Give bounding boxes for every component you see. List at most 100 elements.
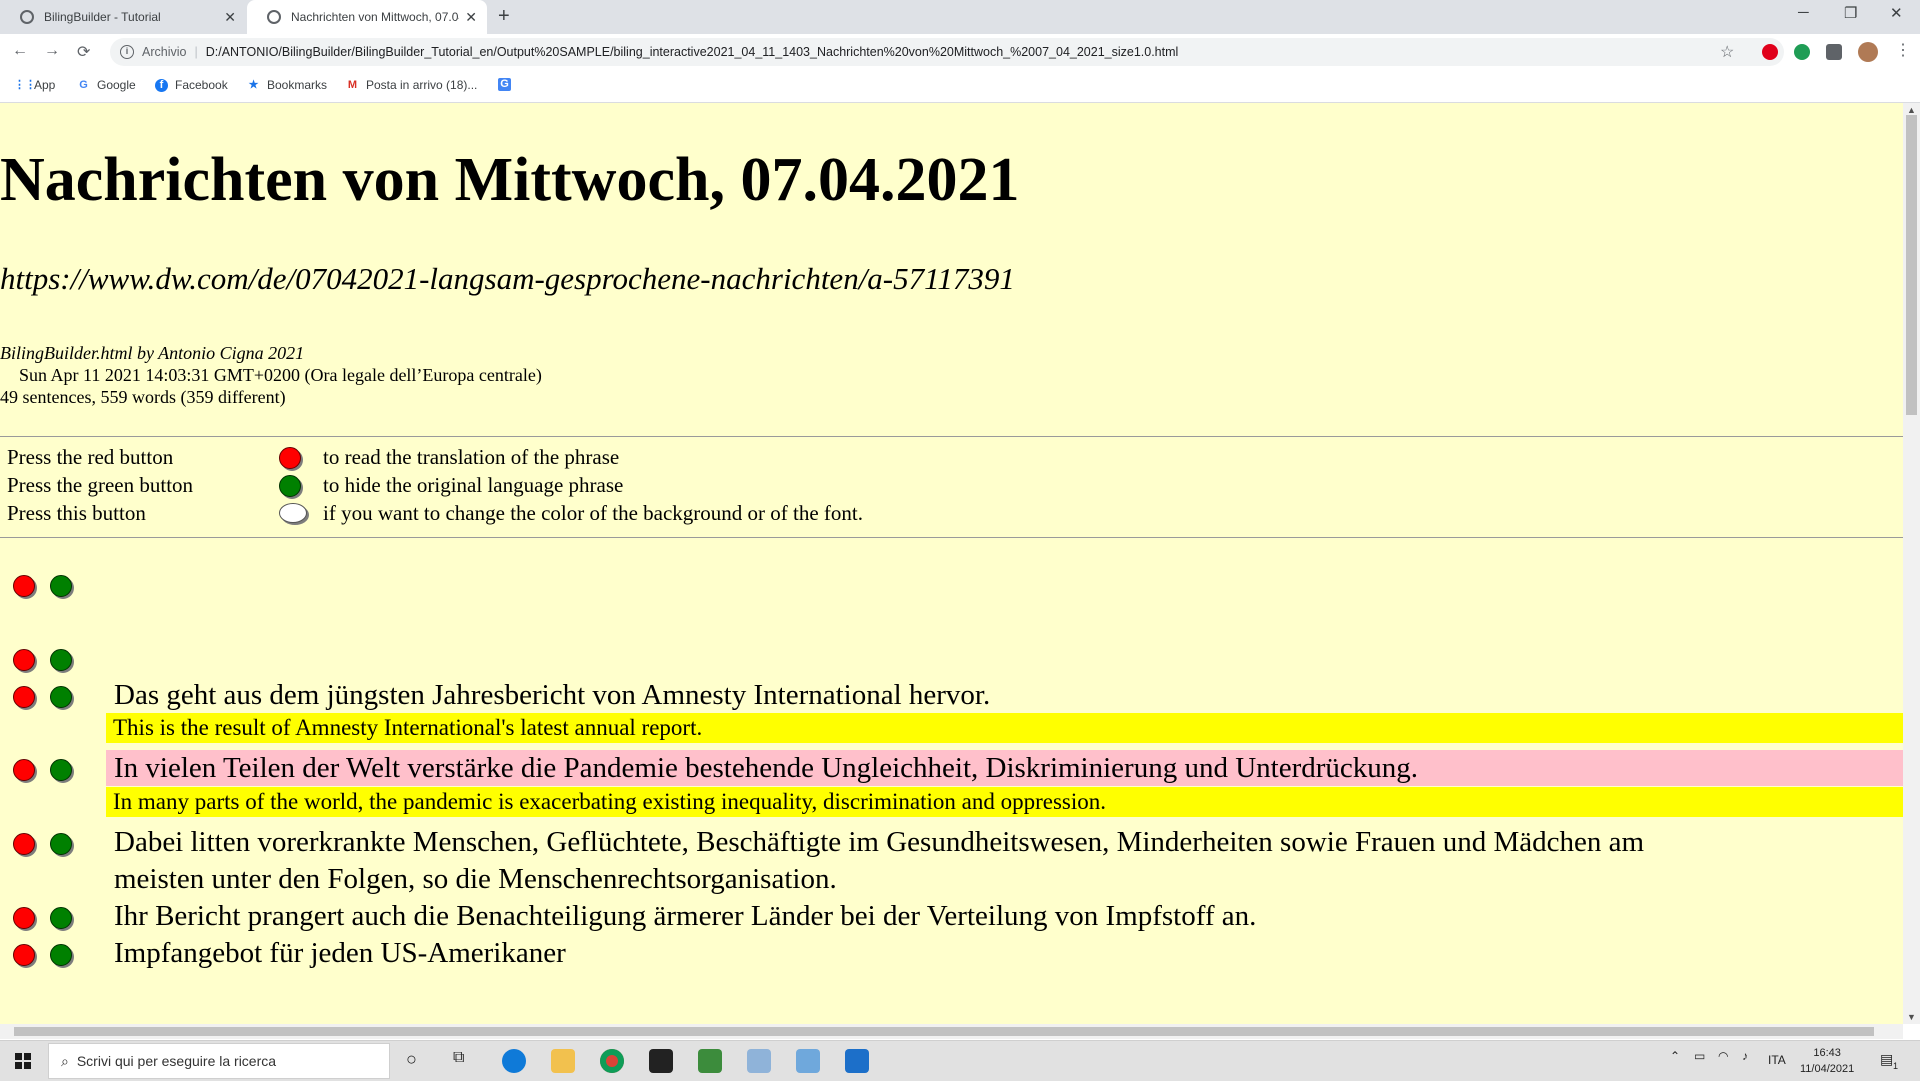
hide-original-button[interactable]	[50, 907, 72, 929]
sentence-buttons	[13, 759, 83, 783]
credit-line: BilingBuilder.html by Antonio Cigna 2021	[0, 343, 305, 363]
input-language[interactable]: ITA	[1768, 1053, 1786, 1067]
original-sentence: Dabei litten vorerkrankte Menschen, Gefl…	[114, 826, 1645, 858]
sentence-buttons	[13, 944, 83, 968]
generation-date: Sun Apr 11 2021 14:03:31 GMT+0200 (Ora l…	[19, 365, 542, 385]
address-bar[interactable]: i Archivio | D:/ANTONIO/BilingBuilder/Bi…	[110, 38, 1784, 66]
opera-extension-icon[interactable]	[1762, 44, 1778, 60]
show-translation-button[interactable]	[13, 944, 35, 966]
gmail-icon: M	[347, 78, 358, 91]
bookmark-label: App	[34, 78, 56, 92]
hide-original-button[interactable]	[50, 575, 72, 597]
bookmark-translate[interactable]: G	[498, 78, 518, 91]
hide-original-button[interactable]	[50, 833, 72, 855]
stats-line: 49 sentences, 559 words (359 different)	[0, 387, 286, 407]
edge-icon[interactable]	[502, 1049, 526, 1073]
notification-count: 1	[1893, 1061, 1899, 1071]
clock[interactable]: 16:43 11/04/2021	[1800, 1045, 1854, 1077]
show-translation-button[interactable]	[13, 833, 35, 855]
windows-start-icon[interactable]	[15, 1053, 31, 1069]
original-sentence: Impfangebot für jeden US-Amerikaner	[114, 937, 566, 969]
original-sentence: Ihr Bericht prangert auch die Benachteil…	[114, 900, 1257, 932]
scroll-thumb[interactable]	[1906, 115, 1917, 415]
color-toggle-button[interactable]	[279, 503, 307, 523]
task-view-icon[interactable]: ⧉	[453, 1049, 464, 1067]
photos-icon[interactable]	[845, 1049, 869, 1073]
show-translation-button[interactable]	[13, 686, 35, 708]
original-sentence: Das geht aus dem jüngsten Jahresbericht …	[114, 679, 991, 711]
sentence-buttons	[13, 575, 83, 599]
forward-button[interactable]: →	[44, 42, 60, 60]
bookmark-facebook[interactable]: f Facebook	[155, 78, 228, 92]
scroll-down-icon[interactable]: ▼	[1907, 1012, 1916, 1022]
hide-original-button[interactable]	[50, 649, 72, 671]
green-button-icon[interactable]	[279, 475, 301, 497]
show-translation-button[interactable]	[13, 759, 35, 781]
taskbar-search[interactable]: ⌕ Scrivi qui per eseguire la ricerca	[48, 1043, 390, 1079]
show-translation-button[interactable]	[13, 907, 35, 929]
extensions-puzzle-icon[interactable]	[1826, 44, 1842, 60]
page-content: Nachrichten von Mittwoch, 07.04.2021 htt…	[0, 103, 1903, 1024]
close-window-button[interactable]: ✕	[1890, 4, 1903, 22]
legend-label: Press the red button	[7, 445, 174, 469]
profile-avatar[interactable]	[1858, 42, 1878, 62]
app-icon[interactable]	[796, 1049, 820, 1073]
chevron-up-icon[interactable]: ⌃	[1670, 1049, 1680, 1063]
show-translation-button[interactable]	[13, 649, 35, 671]
bookmark-google[interactable]: G Google	[77, 78, 136, 92]
tab-strip: BilingBuilder - Tutorial ✕ Nachrichten v…	[0, 0, 1920, 34]
chrome-icon[interactable]	[600, 1049, 624, 1073]
hide-original-button[interactable]	[50, 759, 72, 781]
hide-original-button[interactable]	[50, 944, 72, 966]
horizontal-scrollbar[interactable]	[0, 1024, 1903, 1039]
facebook-icon: f	[155, 78, 168, 92]
volume-icon[interactable]: ♪	[1742, 1049, 1748, 1063]
device-icon[interactable]: ▭	[1694, 1049, 1705, 1063]
back-button[interactable]: ←	[12, 42, 28, 60]
close-tab-icon[interactable]: ✕	[465, 9, 477, 26]
restore-button[interactable]: ❐	[1844, 4, 1857, 22]
menu-kebab-icon[interactable]: ⋮	[1895, 40, 1911, 60]
hide-original-button[interactable]	[50, 686, 72, 708]
bookmark-star-icon[interactable]: ☆	[1720, 42, 1734, 62]
shield-extension-icon[interactable]	[1794, 44, 1810, 60]
close-tab-icon[interactable]: ✕	[224, 9, 236, 26]
star-icon: ★	[248, 78, 259, 91]
translation-sentence: In many parts of the world, the pandemic…	[106, 787, 1903, 817]
bookmark-label: Google	[97, 78, 136, 92]
editor-icon[interactable]	[698, 1049, 722, 1073]
feather-icon[interactable]	[747, 1049, 771, 1073]
globe-icon	[267, 10, 281, 24]
show-translation-button[interactable]	[13, 575, 35, 597]
address-url[interactable]: D:/ANTONIO/BilingBuilder/BilingBuilder_T…	[206, 45, 1179, 59]
bookmark-label: Bookmarks	[267, 78, 328, 92]
taskbar: ⌕ Scrivi qui per eseguire la ricerca ○ ⧉…	[0, 1040, 1920, 1081]
scroll-thumb[interactable]	[14, 1027, 1874, 1036]
legend-label: Press this button	[7, 501, 146, 525]
file-explorer-icon[interactable]	[551, 1049, 575, 1073]
new-tab-button[interactable]: +	[498, 6, 510, 26]
red-button-icon[interactable]	[279, 447, 301, 469]
bookmark-bookmarks[interactable]: ★ Bookmarks	[247, 78, 327, 92]
original-sentence-continued: meisten unter den Folgen, so die Mensche…	[114, 863, 837, 895]
bookmark-app[interactable]: ⋮⋮ App	[14, 78, 55, 92]
divider	[0, 436, 1903, 437]
minimize-button[interactable]: ─	[1798, 4, 1809, 21]
info-icon[interactable]: i	[120, 45, 134, 59]
terminal-icon[interactable]	[649, 1049, 673, 1073]
apps-grid-icon: ⋮⋮	[14, 78, 36, 91]
divider	[0, 537, 1903, 538]
sentence-buttons	[13, 686, 83, 710]
original-sentence: In vielen Teilen der Welt verstärke die …	[114, 752, 1419, 784]
vertical-scrollbar[interactable]: ▲ ▼	[1903, 103, 1920, 1024]
cortana-icon[interactable]: ○	[406, 1049, 417, 1070]
wifi-icon[interactable]: ◠	[1718, 1049, 1728, 1063]
legend-label: Press the green button	[7, 473, 194, 497]
tab-biling-tutorial[interactable]: BilingBuilder - Tutorial ✕	[0, 0, 246, 34]
bookmark-gmail[interactable]: M Posta in arrivo (18)...	[346, 78, 477, 92]
tab-nachrichten[interactable]: Nachrichten von Mittwoch, 07.04.2021 ✕	[247, 0, 487, 34]
scroll-up-icon[interactable]: ▲	[1907, 105, 1916, 115]
reload-button[interactable]: ⟳	[77, 42, 90, 62]
notification-icon[interactable]: ▤	[1880, 1051, 1893, 1068]
legend-text: to read the translation of the phrase	[323, 445, 620, 469]
